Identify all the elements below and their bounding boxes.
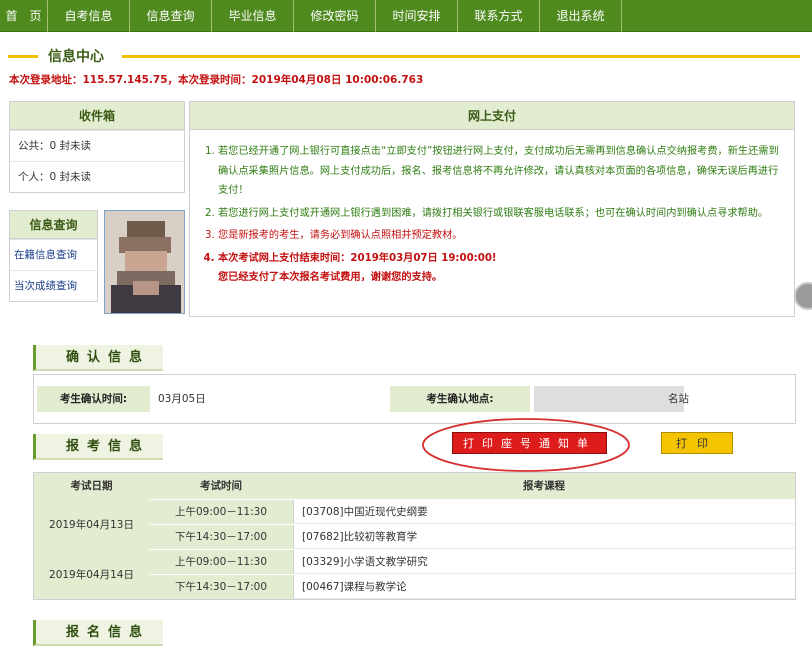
- query-enrollment-link[interactable]: 在籍信息查询: [10, 239, 97, 270]
- nav-home[interactable]: 首 页: [0, 0, 48, 32]
- table-header: 考试日期 考试时间 报考课程: [34, 473, 795, 499]
- tab-signup-info: 报名信息: [33, 620, 163, 646]
- scroll-indicator[interactable]: [794, 282, 812, 310]
- exam-time: 上午09:00－11:30: [149, 500, 293, 524]
- tab-exam-info: 报考信息: [33, 434, 163, 460]
- exam-course: [03708]中国近现代史纲要: [293, 500, 795, 524]
- print-button[interactable]: 打印: [661, 432, 733, 454]
- student-photo: [104, 210, 185, 314]
- payment-note-2: 若您进行网上支付或开通网上银行遇到困难，请拨打相关银行或银联客服电话联系；也可在…: [218, 204, 784, 224]
- payment-notes: 若您已经开通了网上银行可直接点击“立即支付”按钮进行网上支付，支付成功后无需再到…: [190, 130, 794, 288]
- nav-filler: [622, 0, 812, 31]
- header-date: 考试日期: [70, 480, 113, 492]
- exam-date: 2019年04月13日: [34, 499, 149, 549]
- inbox-public[interactable]: 公共：0 封未读: [10, 130, 184, 161]
- inbox-title: 收件箱: [10, 102, 184, 130]
- nav-graduation[interactable]: 毕业信息: [212, 0, 294, 32]
- exam-date: 2019年04月14日: [34, 549, 149, 599]
- inbox-panel: 收件箱 公共：0 封未读 个人：0 封未读: [9, 101, 185, 193]
- confirm-place-value: 名站: [668, 393, 689, 405]
- nav-contact[interactable]: 联系方式: [458, 0, 540, 32]
- title-rule-right: [122, 55, 800, 58]
- nav-exam-info[interactable]: 自考信息: [48, 0, 130, 32]
- confirm-place-label: 考生确认地点:: [390, 386, 530, 412]
- day-group: 2019年04月13日 上午09:00－11:30 [03708]中国近现代史纲…: [34, 499, 795, 549]
- nav-info-query[interactable]: 信息查询: [130, 0, 212, 32]
- payment-panel: 网上支付 若您已经开通了网上银行可直接点击“立即支付”按钮进行网上支付，支付成功…: [189, 101, 795, 317]
- exam-course: [03329]小学语文教学研究: [293, 550, 795, 574]
- payment-note-1: 若您已经开通了网上银行可直接点击“立即支付”按钮进行网上支付，支付成功后无需再到…: [218, 142, 784, 201]
- exam-time: 上午09:00－11:30: [149, 550, 293, 574]
- top-nav: 首 页 自考信息 信息查询 毕业信息 修改密码 时间安排 联系方式 退出系统: [0, 0, 812, 32]
- query-score-link[interactable]: 当次成绩查询: [10, 270, 97, 301]
- exam-schedule-table: 考试日期 考试时间 报考课程 2019年04月13日 上午09:00－11:30…: [33, 472, 796, 600]
- query-title: 信息查询: [10, 211, 97, 239]
- confirm-time-label: 考生确认时间:: [37, 386, 150, 412]
- title-rule-left: [8, 55, 38, 58]
- header-time: 考试时间: [200, 480, 242, 492]
- nav-schedule[interactable]: 时间安排: [376, 0, 458, 32]
- tab-confirm-info: 确认信息: [33, 345, 163, 371]
- exam-time: 下午14:30－17:00: [149, 575, 293, 599]
- payment-note-3: 您是新报考的考生，请务必到确认点照相并预定教材。: [218, 226, 784, 246]
- nav-change-password[interactable]: 修改密码: [294, 0, 376, 32]
- exam-course: [07682]比较初等教育学: [293, 525, 795, 549]
- photo-image: [105, 211, 184, 313]
- table-row: 下午14:30－17:00 [07682]比较初等教育学: [149, 524, 795, 549]
- page-title: 信息中心: [48, 49, 104, 65]
- exam-time: 下午14:30－17:00: [149, 525, 293, 549]
- payment-note-4: 本次考试网上支付结束时间：2019年03月07日 19:00:00! 您已经支付…: [218, 249, 784, 288]
- day-group: 2019年04月14日 上午09:00－11:30 [03329]小学语文教学研…: [34, 549, 795, 599]
- confirm-panel: 考生确认时间: 03月05日 考生确认地点: 名站: [33, 374, 796, 424]
- highlight-circle: [422, 418, 630, 472]
- exam-course: [00467]课程与教学论: [293, 575, 795, 599]
- login-info: 本次登录地址：115.57.145.75，本次登录时间：2019年04月08日 …: [9, 74, 424, 86]
- confirm-place-redacted: [534, 386, 684, 412]
- payment-title: 网上支付: [190, 102, 794, 130]
- table-row: 下午14:30－17:00 [00467]课程与教学论: [149, 574, 795, 599]
- query-panel: 信息查询 在籍信息查询 当次成绩查询: [9, 210, 98, 302]
- table-row: 上午09:00－11:30 [03708]中国近现代史纲要: [149, 499, 795, 524]
- confirm-time-value: 03月05日: [158, 393, 206, 405]
- inbox-personal[interactable]: 个人：0 封未读: [10, 161, 184, 192]
- header-course: 报考课程: [523, 480, 565, 492]
- table-row: 上午09:00－11:30 [03329]小学语文教学研究: [149, 549, 795, 574]
- nav-logout[interactable]: 退出系统: [540, 0, 622, 32]
